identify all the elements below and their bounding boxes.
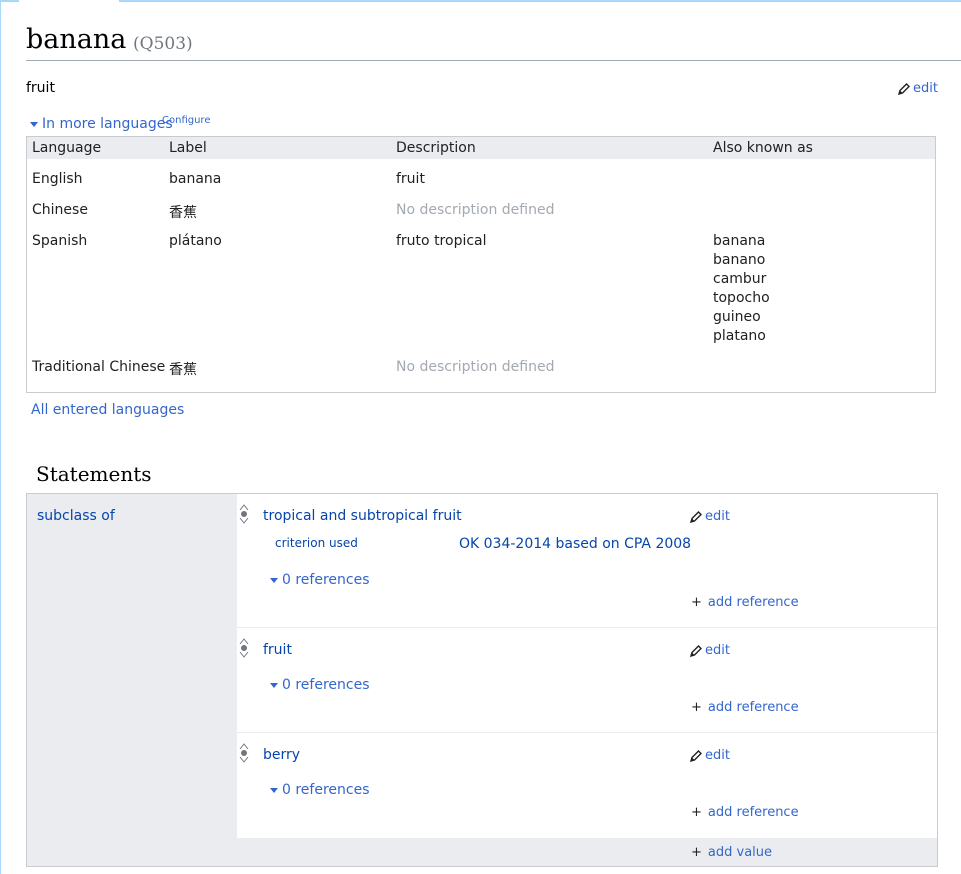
add-reference-label: add reference — [707, 700, 799, 715]
plus-icon: + — [691, 595, 702, 610]
statement-group-subclass-of: subclass of tropical and subtropical fru… — [26, 493, 938, 867]
add-reference-label: add reference — [707, 805, 799, 820]
content-left-border — [0, 0, 1, 874]
references-toggle[interactable]: 0 references — [270, 572, 370, 588]
edit-label: edit — [705, 509, 730, 524]
claim-value-link[interactable]: berry — [263, 747, 300, 763]
edit-label: edit — [705, 643, 730, 658]
plus-icon: + — [691, 845, 702, 860]
claim-value-link[interactable]: tropical and subtropical fruit — [263, 508, 462, 524]
row-chinese-label: 香蕉 — [169, 205, 197, 221]
add-reference-button[interactable]: + add reference — [691, 805, 799, 820]
alias-item: guineo — [713, 309, 761, 325]
row-spanish-description: fruto tropical — [396, 233, 487, 249]
claim-item: tropical and subtropical fruit edit crit… — [237, 494, 937, 628]
add-reference-button[interactable]: + add reference — [691, 700, 799, 715]
property-subclass-of-link[interactable]: subclass of — [37, 508, 115, 524]
header-language: Language — [32, 140, 102, 156]
references-toggle[interactable]: 0 references — [270, 677, 370, 693]
qualifier-value-link[interactable]: OK 034-2014 based on CPA 2008 — [459, 536, 691, 552]
header-description: Description — [396, 140, 476, 156]
row-english-description: fruit — [396, 171, 425, 187]
alias-item: platano — [713, 328, 766, 344]
entity-id: (Q503) — [133, 34, 193, 54]
alias-item: banana — [713, 233, 766, 249]
tab-bar-border — [0, 0, 961, 2]
pencil-icon — [689, 749, 702, 762]
row-english-language: English — [32, 171, 83, 187]
rank-normal-icon[interactable] — [239, 743, 249, 763]
triangle-down-icon — [270, 787, 278, 793]
edit-claim-button[interactable]: edit — [689, 509, 730, 524]
statements-heading: Statements — [36, 462, 152, 486]
qualifier-property-link[interactable]: criterion used — [275, 536, 358, 550]
triangle-down-icon — [270, 682, 278, 688]
more-languages-label: In more languages — [42, 116, 173, 132]
edit-label: edit — [913, 81, 938, 96]
plus-icon: + — [691, 700, 702, 715]
active-tab[interactable] — [18, 0, 120, 2]
alias-item: topocho — [713, 290, 770, 306]
edit-claim-button[interactable]: edit — [689, 748, 730, 763]
entity-title: banana (Q503) — [26, 24, 961, 61]
row-spanish-label: plátano — [169, 233, 222, 249]
languages-table-header: Language Label Description Also known as — [27, 137, 935, 159]
row-traditional-chinese-description: No description defined — [396, 359, 555, 375]
pencil-icon — [689, 644, 702, 657]
entity-label: banana — [26, 24, 127, 55]
triangle-down-icon — [30, 121, 38, 127]
references-count: 0 references — [282, 677, 370, 693]
row-traditional-chinese-label: 香蕉 — [169, 362, 197, 378]
references-toggle[interactable]: 0 references — [270, 782, 370, 798]
edit-claim-button[interactable]: edit — [689, 643, 730, 658]
add-value-bar: + add value — [237, 838, 937, 866]
add-reference-button[interactable]: + add reference — [691, 595, 799, 610]
alias-item: cambur — [713, 271, 767, 287]
row-chinese-language: Chinese — [32, 202, 88, 218]
add-value-button[interactable]: + add value — [691, 845, 772, 860]
pencil-icon — [689, 510, 702, 523]
more-languages-toggle[interactable]: In more languages — [30, 116, 173, 132]
edit-label: edit — [705, 748, 730, 763]
header-label: Label — [169, 140, 207, 156]
references-count: 0 references — [282, 572, 370, 588]
entity-description: fruit — [26, 80, 55, 96]
references-count: 0 references — [282, 782, 370, 798]
add-reference-label: add reference — [707, 595, 799, 610]
claim-item: berry edit 0 references + add reference — [237, 733, 937, 838]
plus-icon: + — [691, 805, 702, 820]
row-english-label: banana — [169, 171, 222, 187]
claim-value-link[interactable]: fruit — [263, 642, 292, 658]
edit-description-button[interactable]: edit — [897, 81, 938, 96]
rank-normal-icon[interactable] — [239, 638, 249, 658]
pencil-icon — [897, 82, 910, 95]
triangle-down-icon — [270, 577, 278, 583]
rank-normal-icon[interactable] — [239, 504, 249, 524]
row-traditional-chinese-language: Traditional Chinese — [32, 359, 166, 375]
row-spanish-language: Spanish — [32, 233, 88, 249]
header-aliases: Also known as — [713, 140, 813, 156]
row-chinese-description: No description defined — [396, 202, 555, 218]
claim-item: fruit edit 0 references + add reference — [237, 628, 937, 733]
add-value-label: add value — [707, 845, 773, 860]
configure-link[interactable]: Configure — [162, 115, 210, 126]
languages-table: Language Label Description Also known as… — [26, 136, 936, 393]
alias-item: banano — [713, 252, 766, 268]
all-entered-languages-link[interactable]: All entered languages — [31, 402, 184, 418]
